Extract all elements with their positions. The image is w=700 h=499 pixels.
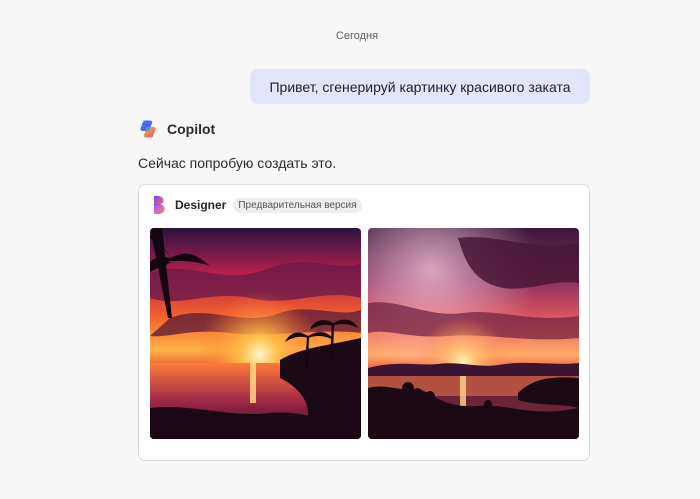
chat-view: Сегодня Привет, сгенерируй картинку крас…: [0, 0, 700, 499]
generated-image-1[interactable]: [150, 228, 361, 439]
preview-badge: Предварительная версия: [233, 197, 362, 213]
designer-card: Designer Предварительная версия: [138, 184, 590, 461]
designer-name: Designer: [175, 198, 227, 212]
user-message-text: Привет, сгенерируй картинку красивого за…: [269, 78, 571, 95]
generated-image-2[interactable]: [368, 228, 579, 439]
designer-header: Designer Предварительная версия: [151, 195, 362, 215]
user-message: Привет, сгенерируй картинку красивого за…: [250, 69, 590, 104]
designer-logo-icon: [154, 196, 165, 214]
date-separator: Сегодня: [335, 30, 379, 42]
sunset-palms-image: [150, 228, 361, 439]
assistant-name: Copilot: [167, 121, 216, 137]
sunset-lake-image: [368, 228, 579, 439]
copilot-logo-icon: [140, 120, 156, 138]
assistant-header: Copilot: [138, 119, 215, 139]
assistant-message: Сейчас попробую создать это.: [138, 155, 337, 171]
